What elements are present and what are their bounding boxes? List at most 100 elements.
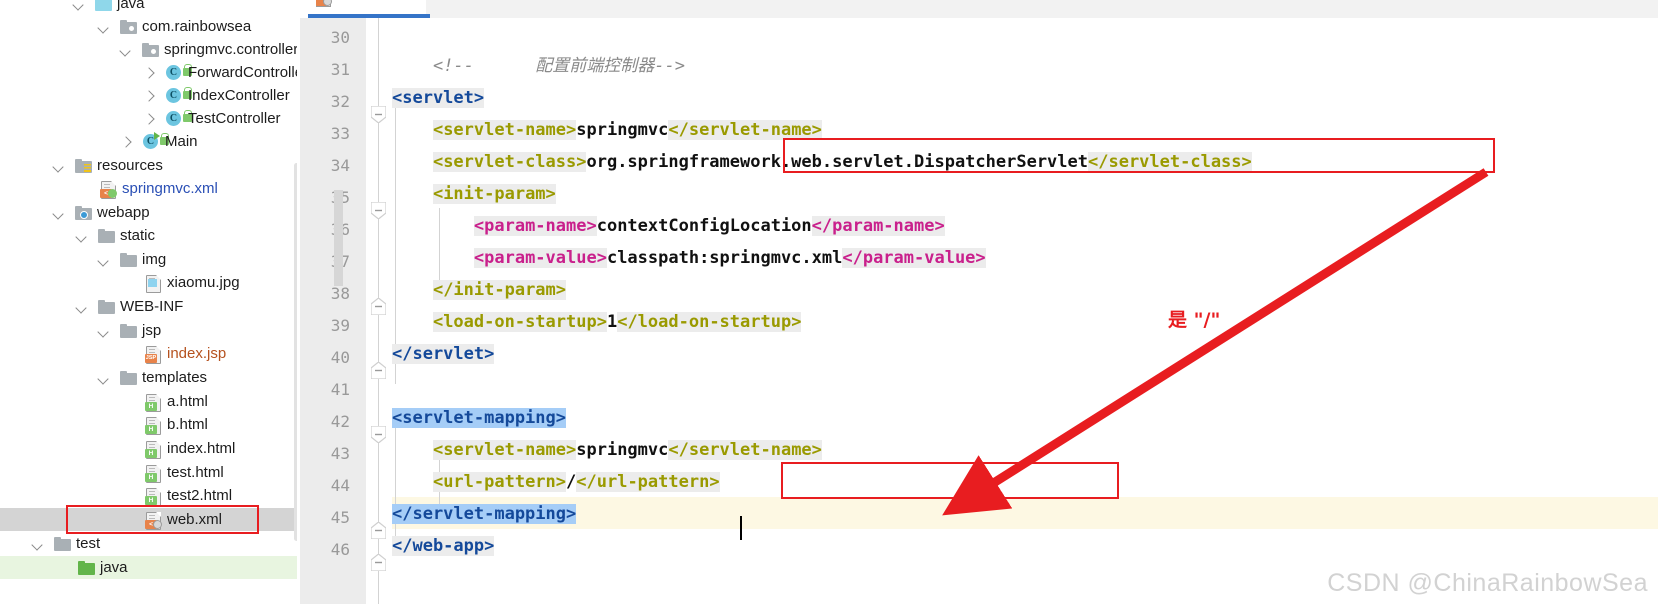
- tree-toggle-down-icon[interactable]: [52, 206, 65, 219]
- tree-item-jsp[interactable]: jsp: [0, 319, 297, 342]
- code-line-39[interactable]: <load-on-startup>1</load-on-startup>: [392, 306, 802, 338]
- tree-item-img[interactable]: img: [0, 248, 297, 271]
- tree-toggle-down-icon[interactable]: [97, 324, 110, 337]
- tree-item-testcontroller[interactable]: C TestController: [0, 107, 297, 130]
- line-number: 40: [330, 348, 350, 367]
- fold-marker-up[interactable]: [370, 361, 387, 380]
- line-number-gutter[interactable]: 3031323334353637383940414243444546: [300, 18, 366, 604]
- code-editor[interactable]: 3031323334353637383940414243444546 <!-- …: [300, 0, 1658, 604]
- folder-icon: [98, 229, 115, 243]
- tree-item-xiaomu-jpg[interactable]: xiaomu.jpg: [0, 271, 297, 294]
- tree-item-label: webapp: [97, 204, 150, 221]
- code-line-31[interactable]: <!-- 配置前端控制器-->: [392, 50, 685, 82]
- tree-item-index-html[interactable]: Hindex.html: [0, 437, 297, 460]
- tree-item-index-jsp[interactable]: JSP index.jsp: [0, 342, 297, 365]
- line-number: 38: [330, 284, 350, 303]
- tree-item-springmvc-controller[interactable]: springmvc.controller: [0, 38, 297, 61]
- code-folding-gutter[interactable]: [366, 18, 392, 604]
- folder-icon: [120, 371, 137, 385]
- code-line-32[interactable]: <servlet>: [392, 82, 485, 114]
- url-pattern-box: [781, 462, 1119, 499]
- tree-item-label: com.rainbowsea: [142, 18, 252, 35]
- folder-icon: [98, 300, 115, 314]
- editor-tabstrip[interactable]: [300, 0, 1658, 18]
- fold-marker-up[interactable]: [370, 553, 387, 572]
- code-line-33[interactable]: <servlet-name>springmvc</servlet-name>: [392, 114, 822, 146]
- code-line-30[interactable]: [392, 18, 402, 50]
- tree-item-templates[interactable]: templates: [0, 366, 297, 389]
- project-tree-panel[interactable]: java com.rainbowsea springmvc.controller C F…: [0, 0, 297, 604]
- tree-toggle-down-icon[interactable]: [75, 300, 88, 313]
- line-number: 34: [330, 156, 350, 175]
- tree-item-resources[interactable]: resources: [0, 154, 297, 177]
- tree-item-label: Main: [165, 133, 198, 150]
- fold-marker-down[interactable]: [370, 201, 387, 220]
- tree-toggle-right-icon[interactable]: [119, 135, 132, 148]
- tree-item-indexcontroller[interactable]: C IndexController: [0, 84, 297, 107]
- xml-file-icon: [316, 0, 332, 7]
- project-tree-scrollbar[interactable]: [294, 163, 297, 541]
- tree-toggle-down-icon[interactable]: [97, 253, 110, 266]
- tree-item-com-rainbowsea[interactable]: com.rainbowsea: [0, 15, 297, 38]
- tree-item-springmvc-xml[interactable]: < springmvc.xml: [0, 177, 297, 200]
- fold-marker-down[interactable]: [370, 425, 387, 444]
- editor-scrollbar[interactable]: [334, 190, 343, 286]
- code-line-40[interactable]: </servlet>: [392, 338, 495, 370]
- folder-icon: [120, 253, 137, 267]
- fold-marker-up[interactable]: [370, 521, 387, 540]
- tree-toggle-down-icon[interactable]: [31, 537, 44, 550]
- tree-item-webapp[interactable]: webapp: [0, 201, 297, 224]
- file-html-icon: H: [145, 416, 161, 435]
- tree-item-static[interactable]: static: [0, 224, 297, 247]
- fold-marker-down[interactable]: [370, 105, 387, 124]
- code-line-43[interactable]: <servlet-name>springmvc</servlet-name>: [392, 434, 822, 466]
- tree-toggle-down-icon[interactable]: [75, 229, 88, 242]
- tree-item-test[interactable]: test: [0, 532, 297, 555]
- tree-toggle-right-icon[interactable]: [142, 112, 155, 125]
- tree-toggle-down-icon[interactable]: [119, 43, 132, 56]
- file-spring-icon: <: [100, 180, 117, 199]
- code-line-37[interactable]: <param-value>classpath:springmvc.xml</pa…: [392, 242, 986, 274]
- code-line-38[interactable]: </init-param>: [392, 274, 567, 306]
- tree-item-main[interactable]: C Main: [0, 130, 297, 153]
- tree-item-label: test.html: [167, 464, 224, 481]
- tabstrip-background: [426, 0, 1658, 18]
- code-line-45[interactable]: </servlet-mapping>: [392, 498, 577, 530]
- tree-item-test2-html[interactable]: Htest2.html: [0, 484, 297, 507]
- tree-toggle-down-icon[interactable]: [97, 20, 110, 33]
- html-badge: H: [145, 473, 157, 482]
- tree-item-label: a.html: [167, 393, 208, 410]
- tree-item-web-inf[interactable]: WEB-INF: [0, 295, 297, 318]
- tree-item-test-html[interactable]: Htest.html: [0, 461, 297, 484]
- code-line-41[interactable]: [392, 370, 402, 402]
- tree-item-label: index.html: [167, 440, 236, 457]
- code-line-46[interactable]: </web-app>: [392, 530, 495, 562]
- tree-item-java[interactable]: java: [0, 556, 297, 579]
- code-content[interactable]: <!-- 配置前端控制器--> <servlet> <servlet-name>s…: [392, 18, 1658, 604]
- tree-item-java[interactable]: java: [0, 0, 297, 15]
- tree-toggle-right-icon[interactable]: [142, 66, 155, 79]
- file-html-icon: H: [145, 464, 161, 483]
- ide-window: java com.rainbowsea springmvc.controller C F…: [0, 0, 1658, 604]
- annotation-note: 是 "/": [1168, 309, 1221, 331]
- tab-web-xml[interactable]: [304, 0, 430, 18]
- image-thumb: [148, 279, 157, 287]
- code-line-36[interactable]: <param-name>contextConfigLocation</param…: [392, 210, 945, 242]
- folder-icon: [120, 324, 137, 338]
- tree-toggle-right-icon[interactable]: [142, 89, 155, 102]
- tree-item-forwardcontroller[interactable]: C ForwardController: [0, 61, 297, 84]
- tree-toggle-down-icon[interactable]: [97, 371, 110, 384]
- tree-toggle-down-icon[interactable]: [52, 159, 65, 172]
- file-jsp-icon: JSP: [145, 345, 161, 364]
- tree-item-a-html[interactable]: Ha.html: [0, 390, 297, 413]
- tree-item-label: templates: [142, 369, 208, 386]
- fold-marker-up[interactable]: [370, 297, 387, 316]
- tree-item-b-html[interactable]: Hb.html: [0, 413, 297, 436]
- file-html-icon: H: [145, 440, 161, 459]
- tree-item-label: resources: [97, 157, 163, 174]
- tree-toggle-down-icon[interactable]: [72, 0, 85, 10]
- code-line-42[interactable]: <servlet-mapping>: [392, 402, 566, 434]
- code-line-35[interactable]: <init-param>: [392, 178, 556, 210]
- line-number: 43: [330, 444, 350, 463]
- code-line-44[interactable]: <url-pattern>/</url-pattern>: [392, 466, 720, 498]
